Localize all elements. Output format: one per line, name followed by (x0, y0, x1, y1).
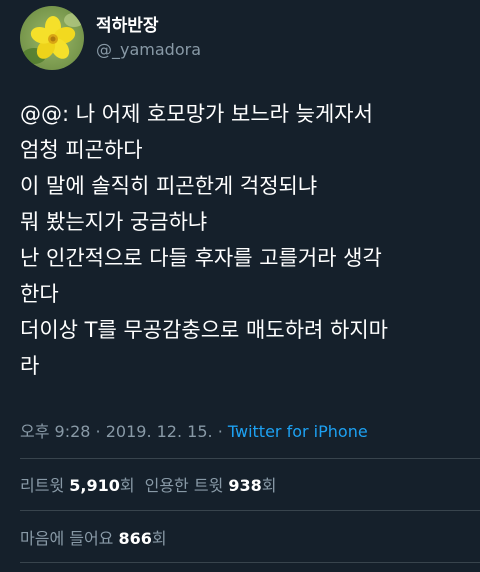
quotes-unit: 회 (261, 476, 277, 495)
divider (20, 458, 480, 459)
quotes-stat[interactable]: 인용한 트윗 938회 (145, 476, 277, 495)
retweet-stats: 리트윗 5,910회 인용한 트윗 938회 (20, 472, 277, 496)
tweet-source-link[interactable]: Twitter for iPhone (228, 422, 368, 441)
tweet-header: 적하반장 @_yamadora (20, 6, 201, 70)
quotes-count: 938 (228, 476, 262, 495)
retweets-unit: 회 (119, 476, 135, 495)
retweets-count: 5,910 (69, 476, 120, 495)
tweet-text-line: 엄청 피곤하다 (20, 138, 143, 162)
tweet-time[interactable]: 오후 9:28 (20, 422, 90, 441)
divider (20, 510, 480, 511)
tweet-date[interactable]: 2019. 12. 15. (106, 422, 213, 441)
divider (20, 562, 480, 563)
retweets-stat[interactable]: 리트윗 5,910회 (20, 476, 135, 495)
tweet-text-line: 한다 (20, 282, 59, 306)
yellow-flower-icon (20, 6, 84, 70)
tweet-text: @@: 나 어제 호모망가 보느라 늦게자서 엄청 피곤하다 이 말에 솔직히 … (20, 96, 470, 384)
likes-label: 마음에 들어요 (20, 529, 114, 548)
tweet-text-line: 라 (20, 354, 40, 378)
likes-count: 866 (118, 529, 152, 548)
tweet-text-line: @@: 나 어제 호모망가 보느라 늦게자서 (20, 102, 373, 126)
avatar[interactable] (20, 6, 84, 70)
likes-unit: 회 (151, 529, 167, 548)
tweet-text-line: 이 말에 솔직히 피곤한게 걱정되냐 (20, 174, 318, 198)
quotes-label: 인용한 트윗 (144, 476, 224, 495)
tweet-text-line: 뭐 봤는지가 궁금하냐 (20, 210, 208, 234)
tweet-text-line: 더이상 T를 무공감충으로 매도하려 하지마 (20, 318, 388, 342)
meta-separator: · (212, 422, 228, 441)
likes-stat[interactable]: 마음에 들어요 866회 (20, 529, 167, 548)
display-name[interactable]: 적하반장 (96, 15, 201, 37)
likes-stats: 마음에 들어요 866회 (20, 525, 167, 549)
user-handle[interactable]: @_yamadora (96, 39, 201, 61)
tweet-detail: 적하반장 @_yamadora @@: 나 어제 호모망가 보느라 늦게자서 엄… (0, 0, 480, 572)
tweet-meta: 오후 9:28 · 2019. 12. 15. · Twitter for iP… (20, 418, 368, 442)
retweets-label: 리트윗 (20, 476, 65, 495)
meta-separator: · (90, 422, 106, 441)
tweet-text-line: 난 인간적으로 다들 후자를 고를거라 생각 (20, 246, 382, 270)
user-names: 적하반장 @_yamadora (96, 15, 201, 61)
